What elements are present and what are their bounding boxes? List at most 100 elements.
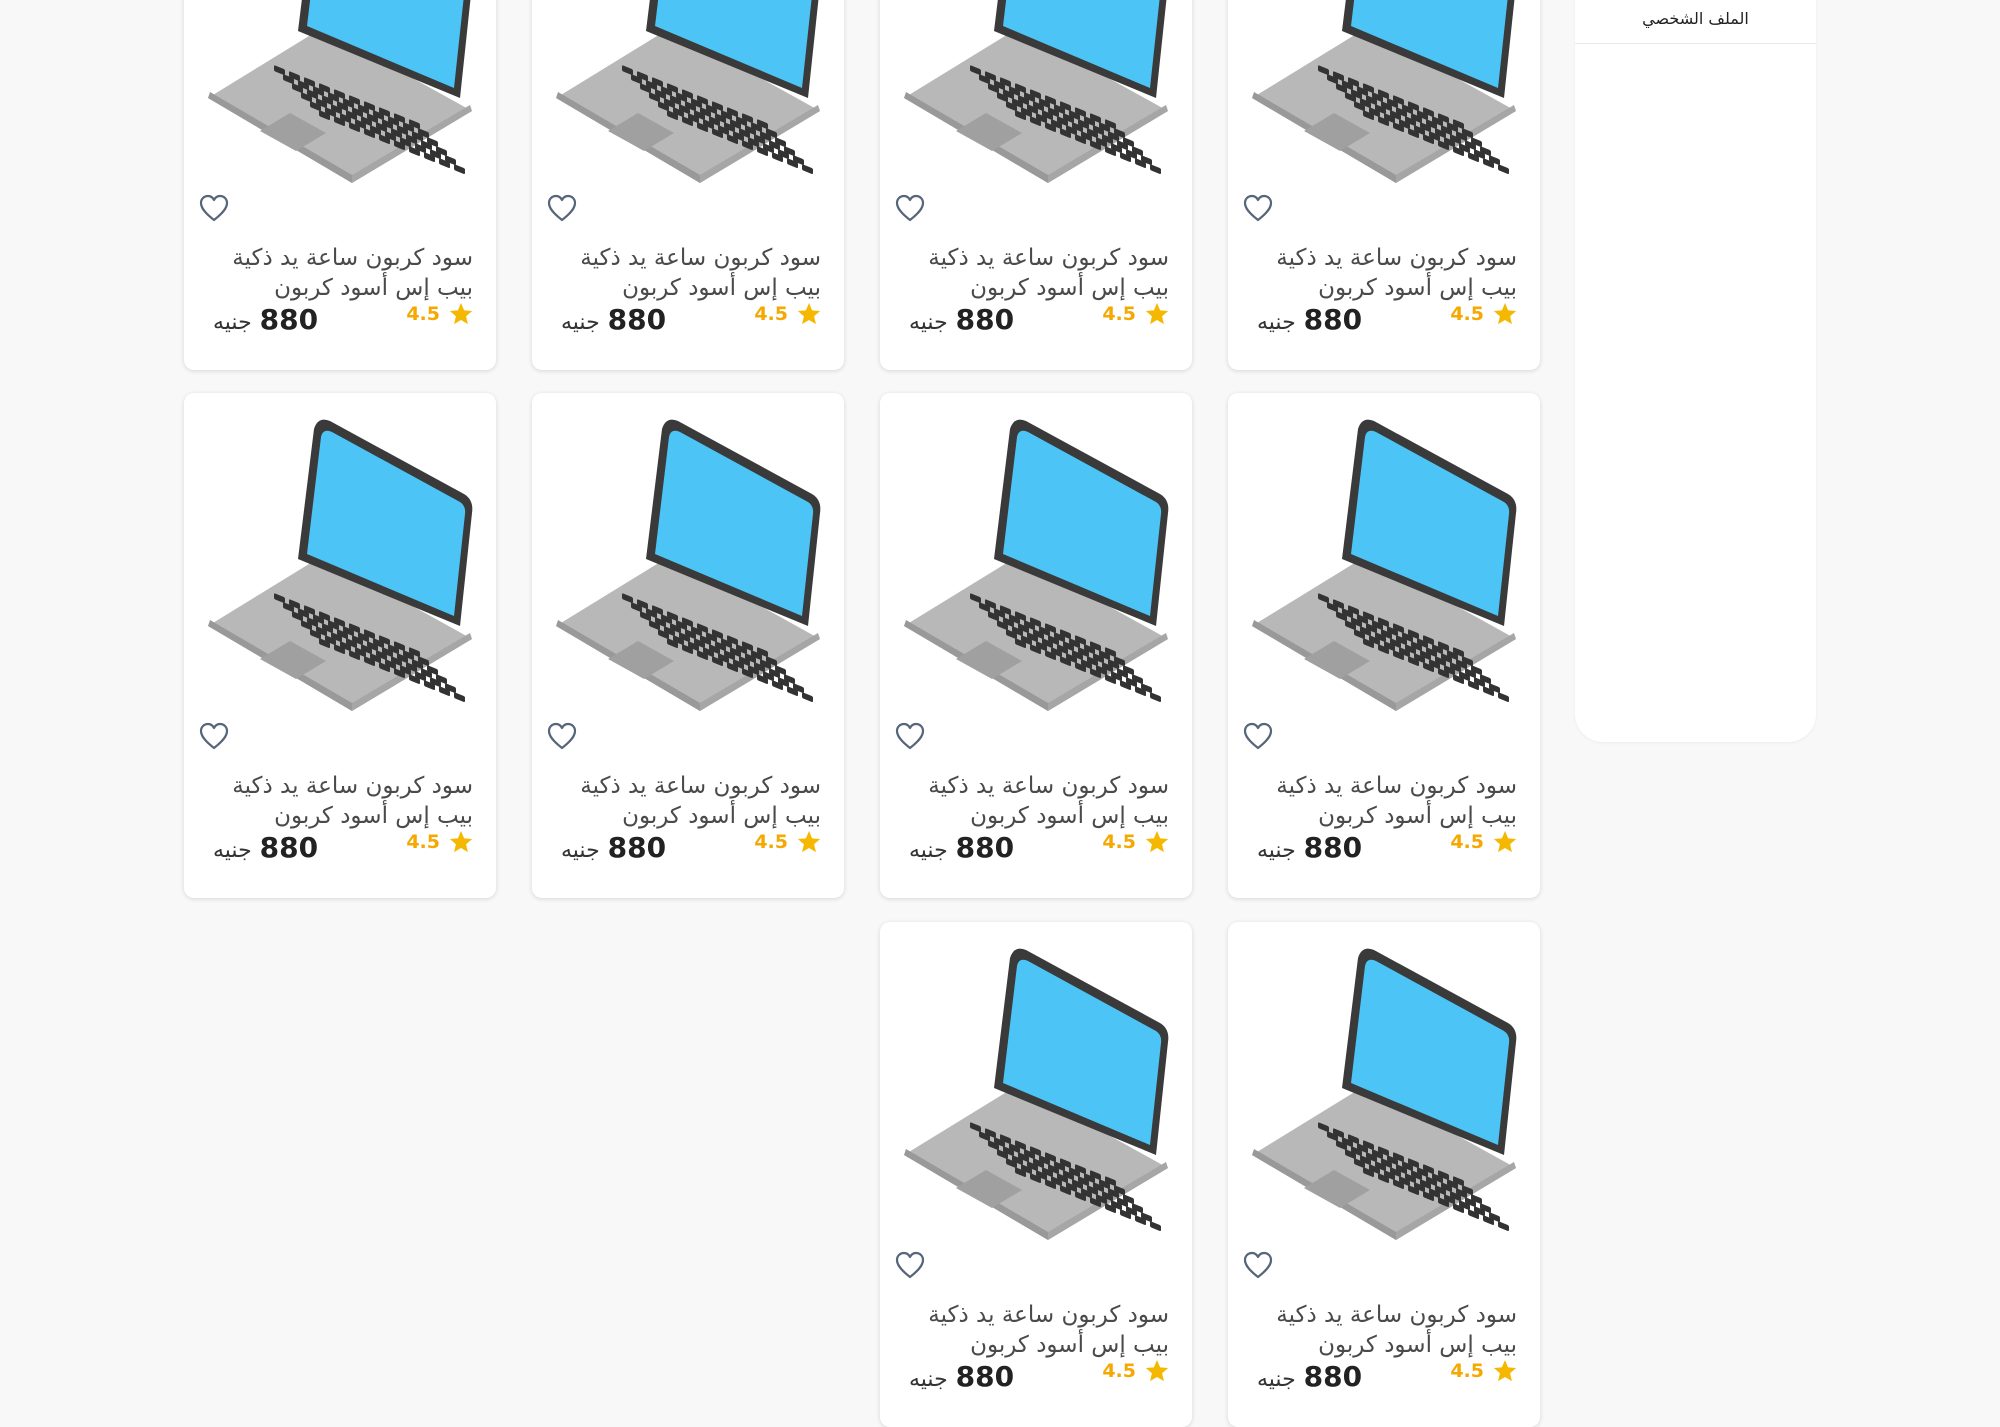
rating-value: 4.5 — [1102, 1360, 1136, 1382]
rating-value: 4.5 — [754, 303, 788, 325]
price-value: 880 — [1303, 1360, 1363, 1393]
product-card[interactable]: سود كربون ساعة يد ذكية بيب إس أسود كربون… — [1228, 922, 1540, 1427]
product-rating: 4.5 — [406, 301, 474, 327]
rating-value: 4.5 — [1102, 303, 1136, 325]
product-price: 880 جنيه — [213, 831, 318, 864]
product-rating: 4.5 — [1102, 301, 1170, 327]
product-rating: 4.5 — [1102, 829, 1170, 855]
product-price: 880 جنيه — [909, 303, 1014, 336]
star-icon — [448, 301, 474, 327]
price-currency: جنيه — [1257, 838, 1296, 863]
favorite-heart-icon[interactable] — [196, 190, 232, 226]
price-value: 880 — [955, 831, 1015, 864]
product-price: 880 جنيه — [1257, 303, 1362, 336]
price-currency: جنيه — [213, 838, 252, 863]
product-title[interactable]: سود كربون ساعة يد ذكية بيب إس أسود كربون — [1257, 243, 1517, 303]
sidebar: الملف الشخصي — [1575, 0, 1816, 742]
star-icon — [1492, 829, 1518, 855]
favorite-heart-icon[interactable] — [544, 190, 580, 226]
product-price: 880 جنيه — [909, 831, 1014, 864]
price-currency: جنيه — [909, 1367, 948, 1392]
favorite-heart-icon[interactable] — [892, 1247, 928, 1283]
product-card[interactable]: سود كربون ساعة يد ذكية بيب إس أسود كربون… — [1228, 393, 1540, 898]
product-rating: 4.5 — [1450, 1358, 1518, 1384]
product-image[interactable] — [898, 940, 1174, 1240]
rating-value: 4.5 — [1450, 1360, 1484, 1382]
product-price: 880 جنيه — [561, 303, 666, 336]
product-price: 880 جنيه — [1257, 1360, 1362, 1393]
product-price: 880 جنيه — [561, 831, 666, 864]
product-card[interactable]: سود كربون ساعة يد ذكية بيب إس أسود كربون… — [532, 393, 844, 898]
product-image[interactable] — [202, 0, 478, 183]
star-icon — [796, 829, 822, 855]
price-currency: جنيه — [909, 310, 948, 335]
price-value: 880 — [259, 831, 319, 864]
product-title[interactable]: سود كربون ساعة يد ذكية بيب إس أسود كربون — [909, 1300, 1169, 1360]
star-icon — [448, 829, 474, 855]
product-image[interactable] — [550, 0, 826, 183]
product-price: 880 جنيه — [213, 303, 318, 336]
rating-value: 4.5 — [406, 831, 440, 853]
product-price: 880 جنيه — [909, 1360, 1014, 1393]
product-image[interactable] — [1246, 940, 1522, 1240]
product-image[interactable] — [202, 411, 478, 711]
favorite-heart-icon[interactable] — [1240, 718, 1276, 754]
product-card[interactable]: سود كربون ساعة يد ذكية بيب إس أسود كربون… — [880, 393, 1192, 898]
product-title[interactable]: سود كربون ساعة يد ذكية بيب إس أسود كربون — [561, 243, 821, 303]
price-value: 880 — [1303, 303, 1363, 336]
product-title[interactable]: سود كربون ساعة يد ذكية بيب إس أسود كربون — [213, 771, 473, 831]
product-image[interactable] — [898, 411, 1174, 711]
favorite-heart-icon[interactable] — [544, 718, 580, 754]
favorite-heart-icon[interactable] — [1240, 1247, 1276, 1283]
product-price: 880 جنيه — [1257, 831, 1362, 864]
star-icon — [1144, 301, 1170, 327]
rating-value: 4.5 — [1450, 303, 1484, 325]
product-rating: 4.5 — [1450, 829, 1518, 855]
favorite-heart-icon[interactable] — [892, 718, 928, 754]
rating-value: 4.5 — [1102, 831, 1136, 853]
product-title[interactable]: سود كربون ساعة يد ذكية بيب إس أسود كربون — [1257, 771, 1517, 831]
product-card[interactable]: سود كربون ساعة يد ذكية بيب إس أسود كربون… — [532, 0, 844, 370]
favorite-heart-icon[interactable] — [892, 190, 928, 226]
rating-value: 4.5 — [1450, 831, 1484, 853]
price-currency: جنيه — [213, 310, 252, 335]
price-value: 880 — [607, 303, 667, 336]
product-title[interactable]: سود كربون ساعة يد ذكية بيب إس أسود كربون — [909, 243, 1169, 303]
price-currency: جنيه — [561, 838, 600, 863]
star-icon — [1492, 1358, 1518, 1384]
product-rating: 4.5 — [406, 829, 474, 855]
product-rating: 4.5 — [754, 829, 822, 855]
product-title[interactable]: سود كربون ساعة يد ذكية بيب إس أسود كربون — [909, 771, 1169, 831]
sidebar-item-label: الملف الشخصي — [1642, 9, 1749, 28]
price-currency: جنيه — [909, 838, 948, 863]
sidebar-item-profile[interactable]: الملف الشخصي — [1575, 0, 1816, 44]
product-title[interactable]: سود كربون ساعة يد ذكية بيب إس أسود كربون — [561, 771, 821, 831]
product-image[interactable] — [898, 0, 1174, 183]
product-card[interactable]: سود كربون ساعة يد ذكية بيب إس أسود كربون… — [880, 0, 1192, 370]
product-title[interactable]: سود كربون ساعة يد ذكية بيب إس أسود كربون — [1257, 1300, 1517, 1360]
rating-value: 4.5 — [406, 303, 440, 325]
product-card[interactable]: سود كربون ساعة يد ذكية بيب إس أسود كربون… — [880, 922, 1192, 1427]
product-image[interactable] — [1246, 411, 1522, 711]
price-value: 880 — [955, 1360, 1015, 1393]
product-image[interactable] — [550, 411, 826, 711]
favorite-heart-icon[interactable] — [1240, 190, 1276, 226]
star-icon — [1144, 829, 1170, 855]
product-title[interactable]: سود كربون ساعة يد ذكية بيب إس أسود كربون — [213, 243, 473, 303]
price-value: 880 — [955, 303, 1015, 336]
price-currency: جنيه — [561, 310, 600, 335]
product-card[interactable]: سود كربون ساعة يد ذكية بيب إس أسود كربون… — [184, 393, 496, 898]
star-icon — [1492, 301, 1518, 327]
product-rating: 4.5 — [754, 301, 822, 327]
product-card[interactable]: سود كربون ساعة يد ذكية بيب إس أسود كربون… — [1228, 0, 1540, 370]
price-value: 880 — [259, 303, 319, 336]
star-icon — [1144, 1358, 1170, 1384]
price-currency: جنيه — [1257, 1367, 1296, 1392]
favorite-heart-icon[interactable] — [196, 718, 232, 754]
product-rating: 4.5 — [1450, 301, 1518, 327]
star-icon — [796, 301, 822, 327]
product-rating: 4.5 — [1102, 1358, 1170, 1384]
product-image[interactable] — [1246, 0, 1522, 183]
product-card[interactable]: سود كربون ساعة يد ذكية بيب إس أسود كربون… — [184, 0, 496, 370]
price-value: 880 — [607, 831, 667, 864]
